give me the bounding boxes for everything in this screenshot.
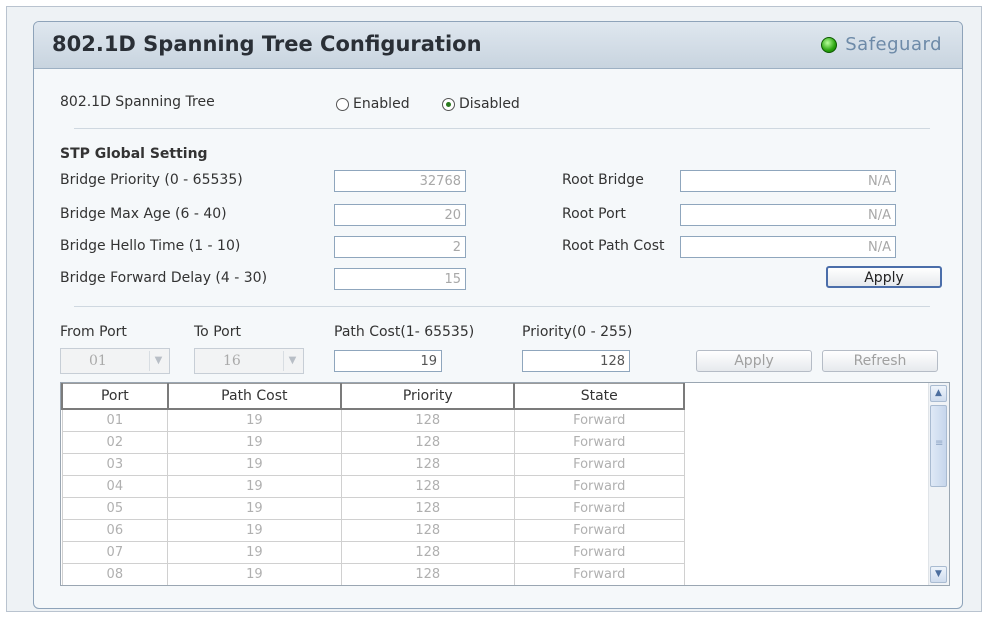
- port-apply-button[interactable]: Apply: [696, 350, 812, 372]
- arrow-up-icon[interactable]: ▲: [930, 385, 947, 402]
- table-cell: 19: [167, 431, 342, 454]
- page-title: 802.1D Spanning Tree Configuration: [52, 32, 482, 56]
- table-cell: 08: [61, 563, 169, 585]
- radio-selected-icon: [442, 97, 455, 111]
- table-cell: 19: [167, 519, 342, 542]
- table-cell: 01: [61, 408, 169, 432]
- title-bar: 802.1D Spanning Tree Configuration Safeg…: [34, 22, 962, 69]
- port-table-container: Port Path Cost Priority State 01 19 128 …: [60, 382, 950, 586]
- table-cell: 19: [167, 563, 342, 585]
- path-cost-input[interactable]: 19: [334, 350, 442, 372]
- root-bridge-field: N/A: [680, 170, 896, 192]
- root-bridge-label: Root Bridge: [562, 172, 644, 188]
- table-row: 08 19 128 Forward: [61, 563, 685, 585]
- path-cost-label: Path Cost(1- 65535): [334, 324, 475, 340]
- column-header: Port: [61, 383, 169, 410]
- table-row: 02 19 128 Forward: [61, 431, 685, 454]
- table-cell: 128: [340, 408, 515, 432]
- priority-input[interactable]: 128: [522, 350, 630, 372]
- root-path-cost-field: N/A: [680, 236, 896, 258]
- global-apply-button[interactable]: Apply: [826, 266, 942, 288]
- table-cell: 05: [61, 497, 169, 520]
- table-cell: Forward: [513, 431, 685, 454]
- table-cell: 19: [167, 453, 342, 476]
- table-row: 06 19 128 Forward: [61, 519, 685, 542]
- root-port-field: N/A: [680, 204, 896, 226]
- column-header: Path Cost: [166, 383, 343, 410]
- chevron-down-icon: ▼: [283, 351, 301, 371]
- from-port-value: 01: [89, 353, 107, 369]
- config-panel: 802.1D Spanning Tree Configuration Safeg…: [33, 21, 963, 609]
- disabled-radio[interactable]: Disabled: [442, 96, 520, 112]
- table-cell: 128: [340, 563, 515, 585]
- safeguard-label: Safeguard: [845, 34, 942, 55]
- table-cell: Forward: [513, 475, 685, 498]
- table-row: 05 19 128 Forward: [61, 497, 685, 520]
- table-cell: Forward: [513, 497, 685, 520]
- priority-label: Priority(0 - 255): [522, 324, 633, 340]
- status-led-icon: [821, 36, 838, 53]
- safeguard-indicator: Safeguard: [821, 34, 942, 55]
- table-row: 01 19 128 Forward: [61, 408, 685, 432]
- table-cell: Forward: [513, 541, 685, 564]
- table-cell: 19: [167, 497, 342, 520]
- from-port-select[interactable]: 01 ▼: [60, 348, 170, 374]
- port-table: Port Path Cost Priority State 01 19 128 …: [61, 383, 685, 585]
- refresh-button[interactable]: Refresh: [822, 350, 938, 372]
- chevron-down-icon: ▼: [149, 351, 167, 371]
- page-frame: 802.1D Spanning Tree Configuration Safeg…: [6, 6, 982, 612]
- table-cell: 07: [61, 541, 169, 564]
- table-row: 04 19 128 Forward: [61, 475, 685, 498]
- table-cell: 03: [61, 453, 169, 476]
- table-cell: 04: [61, 475, 169, 498]
- bridge-max-age-label: Bridge Max Age (6 - 40): [60, 206, 227, 222]
- table-cell: 128: [340, 431, 515, 454]
- table-cell: 19: [167, 541, 342, 564]
- to-port-label: To Port: [194, 324, 241, 340]
- table-scrollbar[interactable]: ▲ ▼: [928, 383, 949, 585]
- table-cell: 128: [340, 519, 515, 542]
- divider: [74, 128, 930, 129]
- to-port-value: 16: [223, 353, 241, 369]
- from-port-label: From Port: [60, 324, 127, 340]
- table-row: 07 19 128 Forward: [61, 541, 685, 564]
- table-cell: Forward: [513, 408, 685, 432]
- enabled-radio[interactable]: Enabled: [336, 96, 410, 112]
- table-header-row: Port Path Cost Priority State: [61, 383, 685, 410]
- table-cell: 06: [61, 519, 169, 542]
- root-port-label: Root Port: [562, 206, 626, 222]
- radio-circle-icon: [336, 97, 349, 111]
- bridge-priority-label: Bridge Priority (0 - 65535): [60, 172, 243, 188]
- table-cell: Forward: [513, 453, 685, 476]
- table-cell: 19: [167, 408, 342, 432]
- bridge-hello-time-input[interactable]: 2: [334, 236, 466, 258]
- table-cell: 128: [340, 497, 515, 520]
- table-cell: 128: [340, 541, 515, 564]
- bridge-forward-delay-input[interactable]: 15: [334, 268, 466, 290]
- arrow-down-icon[interactable]: ▼: [930, 566, 947, 583]
- divider: [74, 306, 930, 307]
- table-cell: Forward: [513, 519, 685, 542]
- table-cell: 19: [167, 475, 342, 498]
- table-cell: 02: [61, 431, 169, 454]
- table-cell: 128: [340, 475, 515, 498]
- bridge-hello-time-label: Bridge Hello Time (1 - 10): [60, 238, 241, 254]
- table-cell: 128: [340, 453, 515, 476]
- bridge-priority-input[interactable]: 32768: [334, 170, 466, 192]
- disabled-radio-label: Disabled: [459, 96, 520, 112]
- table-row: 03 19 128 Forward: [61, 453, 685, 476]
- scrollbar-thumb[interactable]: [930, 405, 947, 487]
- section-title: STP Global Setting: [60, 146, 208, 162]
- root-path-cost-label: Root Path Cost: [562, 238, 665, 254]
- bridge-max-age-input[interactable]: 20: [334, 204, 466, 226]
- stp-state-label: 802.1D Spanning Tree: [60, 94, 215, 110]
- column-header: State: [513, 383, 685, 410]
- table-cell: Forward: [513, 563, 685, 585]
- column-header: Priority: [340, 383, 516, 410]
- bridge-forward-delay-label: Bridge Forward Delay (4 - 30): [60, 270, 268, 286]
- to-port-select[interactable]: 16 ▼: [194, 348, 304, 374]
- enabled-radio-label: Enabled: [353, 96, 410, 112]
